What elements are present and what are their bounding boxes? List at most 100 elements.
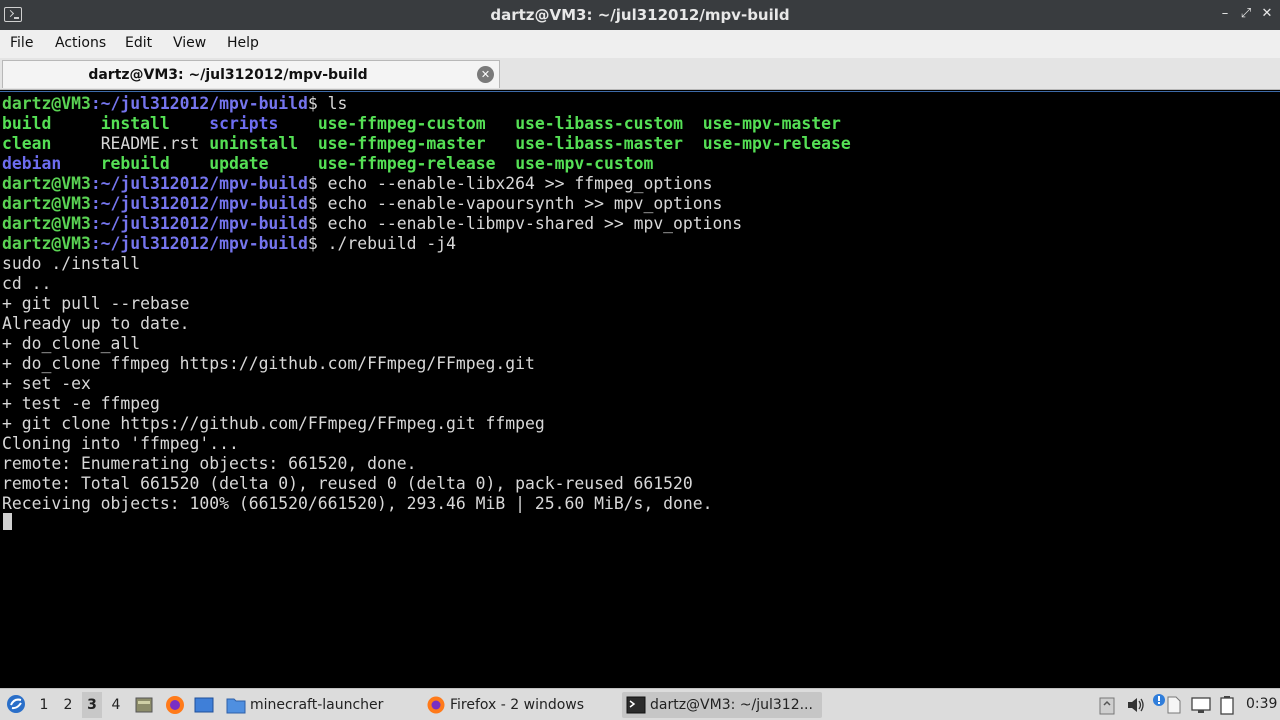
prompt-path: :~/jul312012/mpv-build — [90, 214, 308, 233]
command-line: dartz@VM3:~/jul312012/mpv-build$ echo --… — [2, 214, 851, 234]
ls-output-row: clean README.rst uninstall use-ffmpeg-ma… — [2, 134, 851, 154]
folder-icon — [226, 698, 246, 714]
menu-bar: File Actions Edit View Help — [0, 30, 1280, 58]
task-terminal[interactable]: dartz@VM3: ~/jul312... — [622, 692, 822, 718]
workspace-1[interactable]: 1 — [34, 697, 54, 713]
file-entry: update — [209, 154, 318, 173]
prompt-symbol: $ — [307, 234, 328, 253]
file-entry: install — [100, 114, 210, 133]
menu-actions[interactable]: Actions — [55, 35, 106, 51]
terminal-icon — [626, 696, 646, 714]
tab-label: dartz@VM3: ~/jul312012/mpv-build — [88, 67, 368, 83]
command-text: echo --enable-libx264 >> ffmpeg_options — [327, 174, 713, 193]
file-manager-icon[interactable] — [193, 694, 215, 716]
output-line: Cloning into 'ffmpeg'... — [2, 434, 851, 454]
command-text: ./rebuild -j4 — [327, 234, 456, 253]
file-entry: use-ffmpeg-custom — [317, 114, 516, 133]
output-text: Receiving objects: 100% (661520/661520),… — [2, 494, 713, 513]
output-line: Receiving objects: 100% (661520/661520),… — [2, 494, 851, 514]
output-text: Cloning into 'ffmpeg'... — [2, 434, 239, 453]
minimize-icon[interactable]: – — [1216, 5, 1234, 23]
window-title: dartz@VM3: ~/jul312012/mpv-build — [490, 6, 790, 24]
ls-output-row: build install scripts use-ffmpeg-custom … — [2, 114, 851, 134]
tab-bar: dartz@VM3: ~/jul312012/mpv-build ✕ — [0, 58, 1280, 90]
show-desktop-icon[interactable] — [134, 695, 154, 715]
workspace-4[interactable]: 4 — [106, 697, 126, 713]
output-line: remote: Enumerating objects: 661520, don… — [2, 454, 851, 474]
output-line: sudo ./install — [2, 254, 851, 274]
file-entry: use-ffmpeg-master — [317, 134, 516, 153]
file-entry: README.rst — [100, 134, 210, 153]
task-minecraft-launcher[interactable]: minecraft-launcher — [222, 692, 414, 718]
directory-entry: debian — [2, 154, 101, 173]
output-line: + test -e ffmpeg — [2, 394, 851, 414]
prompt-path: :~/jul312012/mpv-build — [90, 234, 308, 253]
output-line: Already up to date. — [2, 314, 851, 334]
output-line: + git pull --rebase — [2, 294, 851, 314]
volume-icon[interactable] — [1126, 695, 1146, 715]
network-icon[interactable] — [1190, 695, 1212, 715]
file-entry: use-ffmpeg-release — [317, 154, 516, 173]
command-text: echo --enable-libmpv-shared >> mpv_optio… — [327, 214, 743, 233]
clock[interactable]: 0:39 — [1246, 696, 1277, 712]
output-text: + do_clone ffmpeg https://github.com/FFm… — [2, 354, 535, 373]
workspace-2[interactable]: 2 — [58, 697, 78, 713]
menu-view[interactable]: View — [173, 35, 206, 51]
menu-file[interactable]: File — [10, 35, 33, 51]
terminal-tab[interactable]: dartz@VM3: ~/jul312012/mpv-build ✕ — [2, 60, 500, 88]
output-line: + do_clone ffmpeg https://github.com/FFm… — [2, 354, 851, 374]
output-text: + git pull --rebase — [2, 294, 190, 313]
output-text: remote: Total 661520 (delta 0), reused 0… — [2, 474, 693, 493]
file-entry: build — [2, 114, 101, 133]
task-label: dartz@VM3: ~/jul312... — [650, 697, 813, 713]
window-titlebar[interactable]: dartz@VM3: ~/jul312012/mpv-build – ⤢ ✕ — [0, 0, 1280, 30]
file-entry: use-mpv-release — [702, 134, 851, 153]
firefox-launcher-icon[interactable] — [164, 694, 186, 716]
prompt-user: dartz@VM3 — [2, 174, 91, 193]
file-entry: clean — [2, 134, 101, 153]
prompt-path: :~/jul312012/mpv-build — [90, 194, 308, 213]
task-label: minecraft-launcher — [250, 697, 384, 713]
clipboard-icon[interactable] — [1098, 695, 1116, 715]
text-cursor — [3, 513, 12, 530]
battery-icon[interactable] — [1218, 695, 1236, 715]
terminal-lines: dartz@VM3:~/jul312012/mpv-build$ ls build… — [2, 94, 851, 514]
task-firefox[interactable]: Firefox - 2 windows — [422, 692, 614, 718]
app-menu-icon[interactable] — [5, 693, 27, 715]
output-line: + git clone https://github.com/FFmpeg/FF… — [2, 414, 851, 434]
firefox-icon — [427, 696, 445, 714]
output-text: cd .. — [2, 274, 52, 293]
output-line: + set -ex — [2, 374, 851, 394]
command-text: echo --enable-vapoursynth >> mpv_options — [327, 194, 723, 213]
task-label: Firefox - 2 windows — [450, 697, 585, 713]
prompt-symbol: $ — [307, 214, 328, 233]
workspace-3[interactable]: 3 — [82, 692, 102, 718]
command-line: dartz@VM3:~/jul312012/mpv-build$ echo --… — [2, 174, 851, 194]
prompt-symbol: $ — [307, 194, 328, 213]
directory-entry: scripts — [209, 114, 318, 133]
prompt-user: dartz@VM3 — [2, 234, 91, 253]
prompt-symbol: $ — [307, 94, 328, 113]
menu-edit[interactable]: Edit — [125, 35, 152, 51]
file-entry: uninstall — [209, 134, 318, 153]
menu-help[interactable]: Help — [227, 35, 259, 51]
command-line: dartz@VM3:~/jul312012/mpv-build$ ls — [2, 94, 851, 114]
prompt-user: dartz@VM3 — [2, 94, 91, 113]
output-text: + git clone https://github.com/FFmpeg/FF… — [2, 414, 545, 433]
command-text: ls — [327, 94, 348, 113]
prompt-path: :~/jul312012/mpv-build — [90, 174, 308, 193]
output-text: + test -e ffmpeg — [2, 394, 160, 413]
restore-icon[interactable]: ⤢ — [1237, 5, 1255, 23]
file-entry: use-mpv-custom — [515, 154, 654, 173]
file-entry: use-mpv-master — [702, 114, 841, 133]
command-line: dartz@VM3:~/jul312012/mpv-build$ ./rebui… — [2, 234, 851, 254]
output-line: cd .. — [2, 274, 851, 294]
close-icon[interactable]: ✕ — [1258, 5, 1276, 23]
file-entry: use-libass-master — [515, 134, 703, 153]
output-text: Already up to date. — [2, 314, 190, 333]
tab-close-icon[interactable]: ✕ — [477, 66, 494, 83]
document-icon[interactable] — [1164, 695, 1184, 715]
output-line: remote: Total 661520 (delta 0), reused 0… — [2, 474, 851, 494]
prompt-user: dartz@VM3 — [2, 214, 91, 233]
terminal-output[interactable]: dartz@VM3:~/jul312012/mpv-build$ ls build… — [0, 91, 1280, 686]
